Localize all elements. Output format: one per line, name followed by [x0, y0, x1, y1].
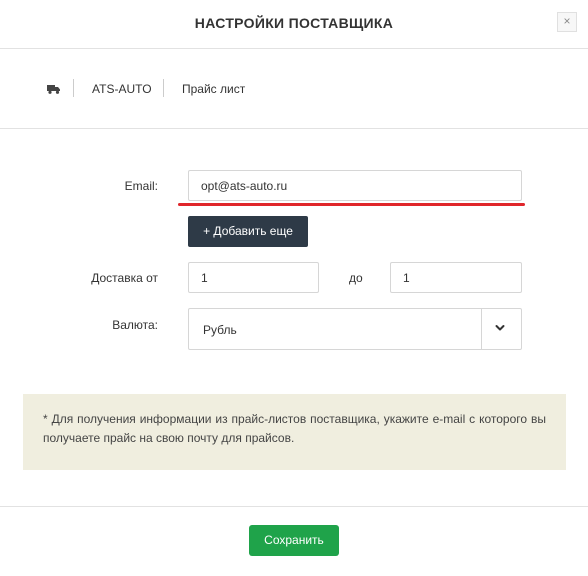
dialog-footer: Сохранить [0, 506, 588, 576]
delivery-to-field[interactable] [390, 262, 522, 293]
tab-divider [163, 79, 164, 97]
tab-divider [73, 79, 74, 97]
dialog-header: НАСТРОЙКИ ПОСТАВЩИКА × [0, 0, 588, 49]
delivery-label: Доставка от [91, 271, 158, 285]
dialog-title: НАСТРОЙКИ ПОСТАВЩИКА [194, 15, 394, 31]
supplier-settings-dialog: НАСТРОЙКИ ПОСТАВЩИКА × ATS-AUTO Прайс ли… [0, 0, 588, 575]
currency-select[interactable]: Рубль [188, 308, 522, 350]
delivery-from-field[interactable] [188, 262, 319, 293]
close-button[interactable]: × [557, 12, 577, 32]
tab-price-list[interactable]: Прайс лист [182, 82, 245, 96]
save-button[interactable]: Сохранить [249, 525, 339, 556]
email-highlight-underline [178, 203, 525, 206]
truck-icon[interactable] [47, 84, 60, 94]
select-divider [481, 309, 482, 349]
add-more-email-button[interactable]: + Добавить еще [188, 216, 308, 247]
email-field[interactable] [188, 170, 522, 201]
currency-label: Валюта: [112, 318, 158, 332]
info-note: * Для получения информации из прайс-лист… [23, 394, 566, 470]
delivery-to-label: до [349, 271, 363, 285]
supplier-tabs: ATS-AUTO Прайс лист [0, 48, 588, 129]
tab-supplier-name[interactable]: ATS-AUTO [92, 82, 152, 96]
chevron-down-icon[interactable] [495, 324, 505, 332]
email-label: Email: [124, 179, 158, 193]
currency-selected-value: Рубль [203, 323, 237, 337]
